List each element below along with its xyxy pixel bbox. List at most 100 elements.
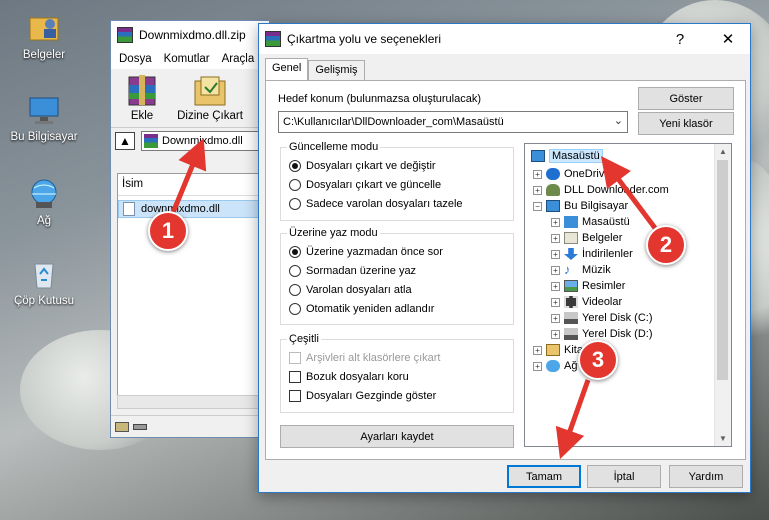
tree-item-ag[interactable]: + Ağ — [533, 358, 577, 374]
tree-item-bu-bilgisayar[interactable]: − Bu Bilgisayar — [533, 198, 628, 214]
menu-dosya[interactable]: Dosya — [119, 53, 152, 65]
radio-freshen-existing[interactable]: Sadece varolan dosyaları tazele — [289, 198, 463, 210]
radio-selected-icon — [289, 160, 301, 172]
radio-ask-before-overwrite[interactable]: Üzerine yazmadan önce sor — [289, 246, 443, 258]
checkbox-extract-subfolders[interactable]: Arşivleri alt klasörlere çıkart — [289, 352, 440, 364]
expand-icon[interactable]: + — [551, 281, 560, 291]
add-button[interactable]: Ekle — [117, 73, 167, 123]
desktop-icon-cop-kutusu[interactable]: Çöp Kutusu — [6, 256, 82, 307]
update-mode-title: Güncelleme modu — [287, 141, 381, 153]
file-row[interactable]: downmixdmo.dll — [118, 200, 268, 218]
menu-komutlar[interactable]: Komutlar — [164, 53, 210, 65]
expand-icon[interactable]: + — [551, 265, 560, 275]
expand-icon[interactable]: + — [551, 249, 560, 259]
tree-item-disk-c[interactable]: + Yerel Disk (C:) — [551, 310, 653, 326]
network-icon — [26, 176, 62, 212]
expand-icon[interactable]: + — [551, 217, 560, 227]
desktop-icon-belgeler[interactable]: Belgeler — [6, 10, 82, 61]
tree-item-muzik[interactable]: + ♪ Müzik — [551, 262, 611, 278]
desktop-icon-bu-bilgisayar[interactable]: Bu Bilgisayar — [6, 92, 82, 143]
new-folder-button[interactable]: Yeni klasör — [638, 112, 734, 135]
radio-overwrite-without-prompt[interactable]: Sormadan üzerine yaz — [289, 265, 416, 277]
tree-item-indirilenler[interactable]: + İndirilenler — [551, 246, 633, 262]
column-header-name[interactable]: İsim — [118, 174, 268, 196]
chevron-down-icon[interactable]: ⌄ — [614, 114, 623, 127]
tree-item-belgeler[interactable]: + Belgeler — [551, 230, 622, 246]
winrar-address-bar: ▲ Downmixdmo.dll — [111, 127, 269, 153]
winrar-toolbar: Ekle Dizine Çıkart — [111, 69, 269, 127]
collapse-icon[interactable]: − — [533, 201, 542, 211]
tree-item-label: Bu Bilgisayar — [564, 200, 629, 212]
radio-extract-update[interactable]: Dosyaları çıkart ve güncelle — [289, 179, 441, 191]
expand-icon[interactable]: + — [533, 169, 542, 179]
tree-item-label: Masaüstü — [582, 216, 630, 228]
radio-extract-replace[interactable]: Dosyaları çıkart ve değiştir — [289, 160, 436, 172]
desktop-icon-ag[interactable]: Ağ — [6, 176, 82, 227]
destination-path-combo[interactable]: C:\Kullanıcılar\DllDownloader_com\Masaüs… — [278, 111, 628, 133]
expand-icon[interactable]: + — [551, 297, 560, 307]
tree-item-label: DLL Downloader.com — [564, 184, 669, 196]
key-status-icon — [133, 423, 147, 430]
folder-tree[interactable]: Masaüstü + OneDrive + DLL Downloader.com… — [524, 143, 732, 447]
tree-scrollbar[interactable]: ▲ ▼ — [714, 144, 731, 446]
user-icon — [546, 184, 560, 196]
checkbox-show-in-explorer[interactable]: Dosyaları Gezginde göster — [289, 390, 436, 402]
misc-group: Çeşitli Arşivleri alt klasörlere çıkart … — [280, 333, 514, 413]
help-title-button[interactable]: ? — [658, 24, 702, 54]
up-folder-button[interactable]: ▲ — [115, 131, 135, 150]
address-field[interactable]: Downmixdmo.dll — [141, 130, 265, 151]
horizontal-scrollbar[interactable] — [117, 395, 269, 409]
general-tab-panel: Hedef konum (bulunmazsa oluşturulacak) C… — [265, 80, 746, 460]
radio-label: Dosyaları çıkart ve güncelle — [306, 179, 442, 191]
checkbox-label: Bozuk dosyaları koru — [306, 371, 409, 383]
checkbox-label: Arşivleri alt klasörlere çıkart — [306, 352, 441, 364]
checkbox-keep-broken[interactable]: Bozuk dosyaları koru — [289, 371, 409, 383]
expand-icon[interactable]: + — [551, 313, 560, 323]
tab-genel[interactable]: Genel — [265, 58, 309, 80]
winrar-title: Downmixdmo.dll.zip — [139, 28, 246, 42]
radio-skip-existing[interactable]: Varolan dosyaları atla — [289, 284, 412, 296]
tree-item-onedrive[interactable]: + OneDrive — [533, 166, 610, 182]
tree-item-resimler[interactable]: + Resimler — [551, 278, 625, 294]
add-button-label: Ekle — [130, 110, 154, 122]
winrar-window: Downmixdmo.dll.zip Dosya Komutlar Araçla… — [110, 20, 270, 438]
destination-label: Hedef konum (bulunmazsa oluşturulacak) — [278, 93, 481, 105]
tree-item-user[interactable]: + DLL Downloader.com — [533, 182, 669, 198]
pictures-icon — [564, 280, 578, 292]
scroll-thumb[interactable] — [717, 160, 728, 380]
scroll-up-icon[interactable]: ▲ — [719, 147, 727, 156]
tree-item-label: OneDrive — [564, 168, 611, 180]
tree-item-bb-masaustu[interactable]: + Masaüstü — [551, 214, 630, 230]
tab-gelismis[interactable]: Gelişmiş — [308, 60, 365, 80]
radio-label: Varolan dosyaları atla — [306, 284, 412, 296]
tree-item-videolar[interactable]: + Videolar — [551, 294, 622, 310]
extract-to-button[interactable]: Dizine Çıkart — [175, 73, 245, 123]
menu-araclar[interactable]: Araçla — [222, 53, 255, 65]
close-icon[interactable]: ✕ — [706, 24, 750, 54]
drive-status-icon — [115, 421, 129, 432]
show-button[interactable]: Göster — [638, 87, 734, 110]
radio-auto-rename[interactable]: Otomatik yeniden adlandır — [289, 303, 434, 315]
expand-icon[interactable]: + — [533, 345, 542, 355]
help-button[interactable]: Yardım — [669, 465, 743, 488]
radio-icon — [289, 198, 301, 210]
radio-icon — [289, 303, 301, 315]
radio-icon — [289, 179, 301, 191]
tab-strip: Genel Gelişmiş — [265, 58, 365, 80]
scroll-down-icon[interactable]: ▼ — [719, 434, 727, 443]
step-badge-2: 2 — [646, 225, 686, 265]
radio-label: Otomatik yeniden adlandır — [306, 303, 435, 315]
expand-icon[interactable]: + — [551, 233, 560, 243]
tree-item-masaustu[interactable]: Masaüstü — [531, 148, 603, 164]
radio-label: Dosyaları çıkart ve değiştir — [306, 160, 436, 172]
save-settings-button[interactable]: Ayarları kaydet — [280, 425, 514, 448]
expand-icon[interactable]: + — [533, 361, 542, 371]
expand-icon[interactable]: + — [551, 329, 560, 339]
cancel-button[interactable]: İptal — [587, 465, 661, 488]
dll-file-icon — [123, 202, 135, 216]
music-icon: ♪ — [564, 262, 571, 277]
tree-item-label: İndirilenler — [582, 248, 633, 260]
file-list: İsim downmixdmo.dll — [117, 173, 269, 409]
expand-icon[interactable]: + — [533, 185, 542, 195]
ok-button[interactable]: Tamam — [507, 465, 581, 488]
